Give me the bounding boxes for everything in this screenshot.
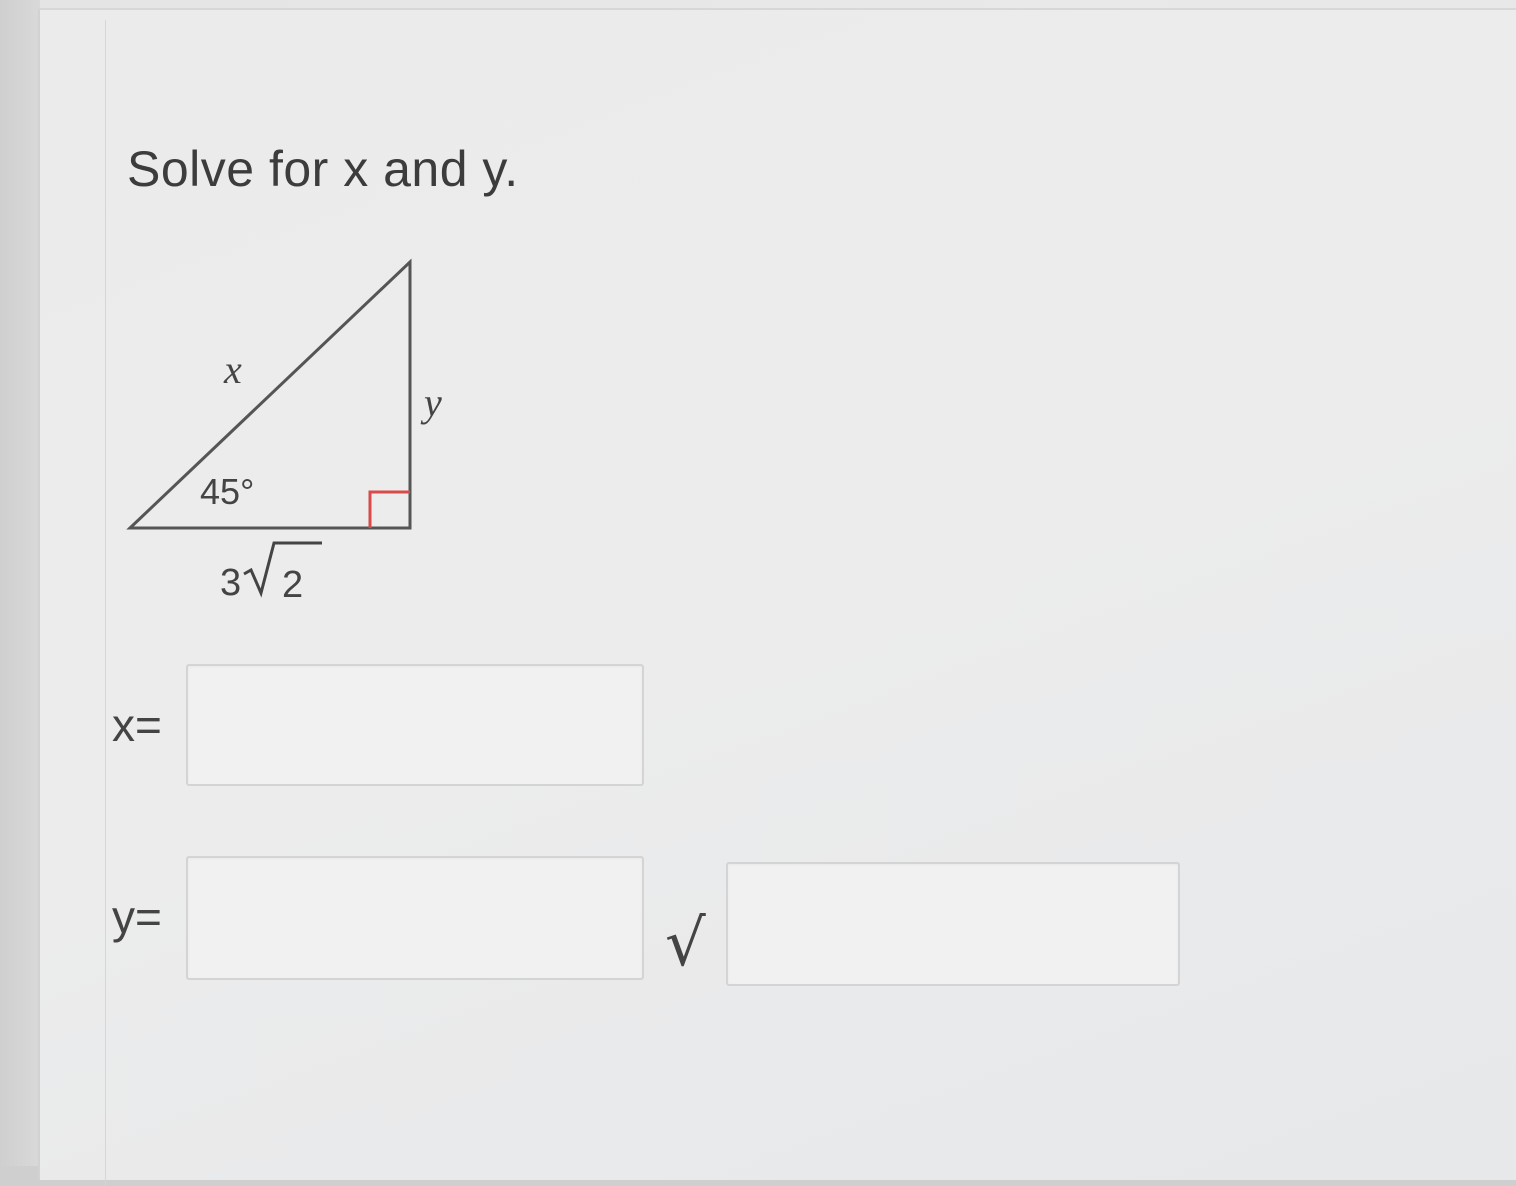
vertical-leg-label: y [420,380,442,425]
y-answer-label: y= [112,891,162,943]
hypotenuse-label: x [223,347,242,392]
right-angle-marker [368,490,410,528]
triangle-shape [126,258,412,530]
base-radicand: 2 [282,564,303,606]
angle-label: 45° [200,471,254,512]
question-text: Solve for x and y. [127,141,519,197]
x-answer-input[interactable] [186,664,644,786]
x-answer-label: x= [112,699,162,751]
y-answer-input[interactable] [186,856,644,980]
window-edge [0,0,40,1166]
screen: Solve for x and y. x y 45° 3 2 x= y= √ [0,0,1516,1186]
base-coefficient: 3 [220,562,241,604]
triangle-diagram: x y 45° 3 2 [126,258,442,606]
y-radicand-input[interactable] [726,862,1180,986]
sqrt-icon: √ [665,907,706,981]
